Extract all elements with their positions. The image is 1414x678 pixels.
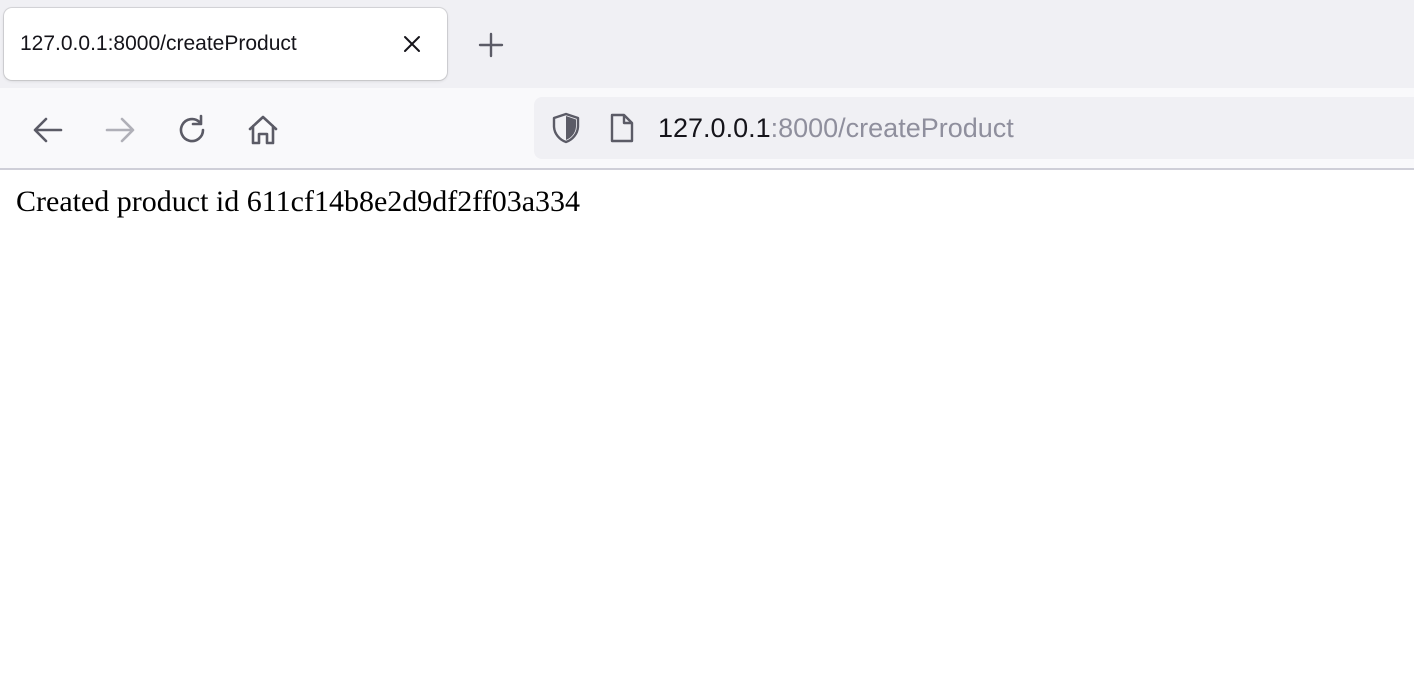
home-icon[interactable]	[241, 108, 285, 152]
navigation-toolbar: 127.0.0.1:8000/createProduct	[0, 88, 1414, 170]
url-path: :8000/createProduct	[770, 113, 1014, 143]
close-icon[interactable]	[398, 30, 426, 58]
arrow-right-icon[interactable]	[98, 108, 142, 152]
url-text[interactable]: 127.0.0.1:8000/createProduct	[658, 113, 1014, 144]
page-content: Created product id 611cf14b8e2d9df2ff03a…	[0, 170, 1414, 678]
tab-title: 127.0.0.1:8000/createProduct	[20, 32, 297, 55]
tab-active[interactable]: 127.0.0.1:8000/createProduct	[4, 8, 447, 80]
plus-icon[interactable]	[472, 26, 510, 64]
url-bar[interactable]: 127.0.0.1:8000/createProduct	[534, 97, 1414, 159]
page-icon[interactable]	[606, 112, 638, 144]
shield-icon[interactable]	[550, 112, 582, 144]
arrow-left-icon[interactable]	[26, 108, 70, 152]
browser-window: 127.0.0.1:8000/createProduct 127.0.0.1:8…	[0, 0, 1414, 678]
response-message: Created product id 611cf14b8e2d9df2ff03a…	[16, 185, 581, 218]
url-host: 127.0.0.1	[658, 113, 771, 143]
reload-icon[interactable]	[170, 108, 214, 152]
tab-strip: 127.0.0.1:8000/createProduct	[0, 0, 1414, 88]
